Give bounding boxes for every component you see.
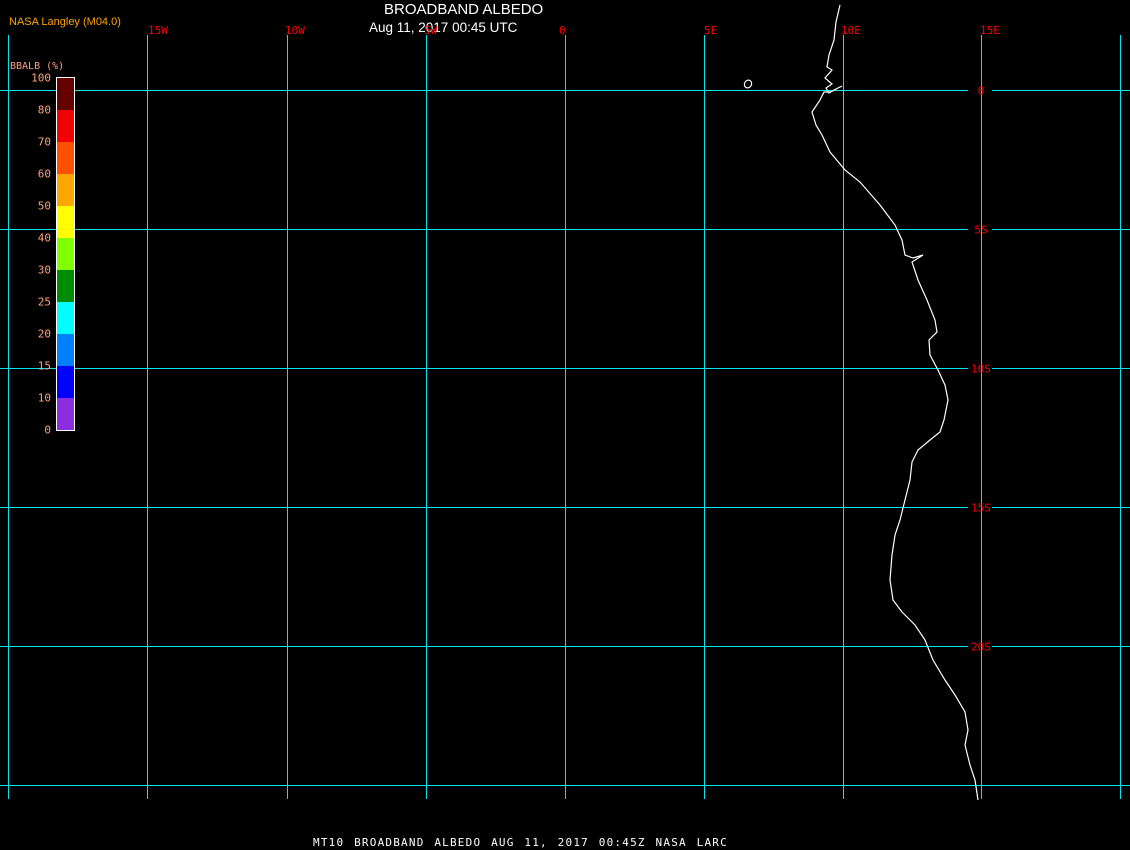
colorbar-tick-label: 80	[37, 103, 51, 117]
latitude-label: 20S	[971, 640, 991, 654]
coastline	[811, 4, 979, 801]
longitude-label: 10E	[841, 24, 861, 37]
colorbar-segment	[57, 302, 74, 334]
longitude-label: 0	[559, 24, 566, 37]
map-canvas	[0, 4, 1130, 801]
longitude-label: 10W	[285, 24, 305, 37]
colorbar-segment	[57, 238, 74, 270]
latitude-label: 10S	[971, 362, 991, 376]
colorbar-tick-label: 10	[37, 391, 51, 405]
longitude-label: 15E	[980, 24, 1000, 37]
colorbar-tick-label: 0	[44, 423, 51, 437]
latitude-label: 15S	[971, 501, 991, 515]
longitude-label: 15W	[148, 24, 168, 37]
longitude-label: 5W	[424, 24, 438, 37]
producer-label: NASA Langley (M04.0)	[9, 16, 121, 28]
footer-caption: MT10 BROADBAND ALBEDO AUG 11, 2017 00:45…	[313, 836, 728, 849]
colorbar-segment	[57, 398, 74, 430]
island-outline	[743, 79, 753, 89]
latitude-label: 5S	[974, 223, 988, 237]
colorbar-tick-label: 70	[37, 135, 51, 149]
map-title: BROADBAND ALBEDO	[384, 1, 544, 18]
colorbar-segment	[57, 78, 74, 110]
colorbar-segment	[57, 142, 74, 174]
map-timestamp: Aug 11, 2017 00:45 UTC	[369, 20, 518, 35]
colorbar-tick-label: 60	[37, 167, 51, 181]
colorbar-tick-label: 30	[37, 263, 51, 277]
latitude-label: 0	[977, 84, 985, 98]
colorbar-segment	[57, 366, 74, 398]
colorbar	[56, 77, 75, 431]
colorbar-tick-label: 20	[37, 327, 51, 341]
colorbar-tick-label: 15	[37, 359, 51, 373]
colorbar-segment	[57, 206, 74, 238]
colorbar-segment	[57, 270, 74, 302]
colorbar-tick-label: 40	[37, 231, 51, 245]
colorbar-title: BBALB (%)	[10, 61, 65, 72]
longitude-label: 5E	[704, 24, 718, 37]
colorbar-segment	[57, 334, 74, 366]
colorbar-segment	[57, 174, 74, 206]
colorbar-tick-label: 50	[37, 199, 51, 213]
colorbar-segment	[57, 110, 74, 142]
colorbar-tick-label: 25	[37, 295, 51, 309]
colorbar-tick-label: 100	[31, 71, 51, 85]
